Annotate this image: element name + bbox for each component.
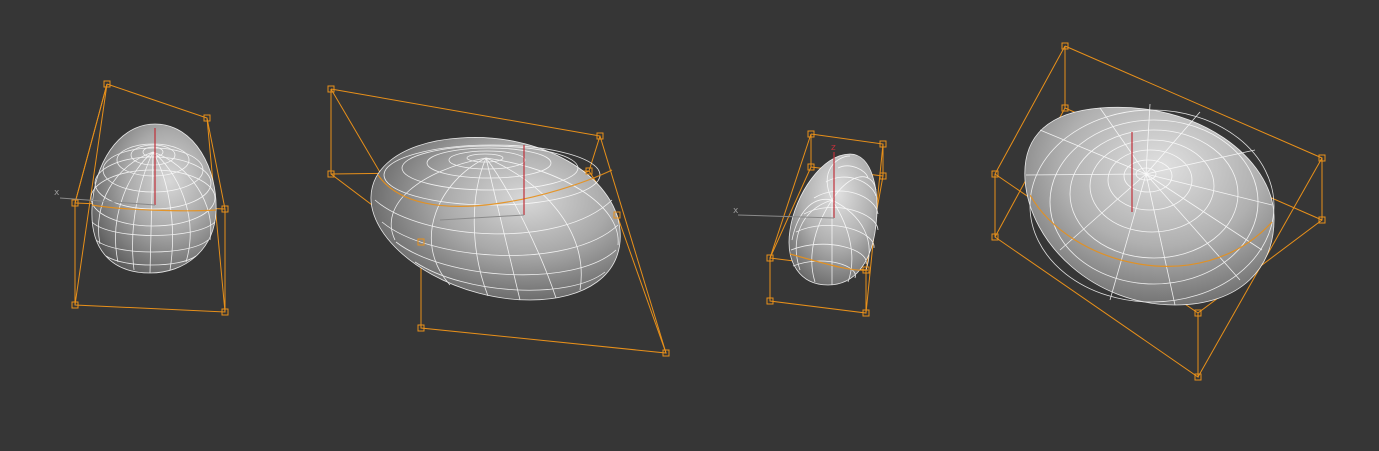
egg-mesh-1[interactable] [90, 123, 217, 274]
egg-object-3[interactable]: x z [733, 130, 887, 317]
egg-object-1[interactable]: x [54, 80, 229, 316]
egg-mesh-4[interactable] [1024, 103, 1275, 306]
3d-viewport[interactable]: x x z [0, 0, 1379, 451]
egg-object-2[interactable] [327, 85, 670, 357]
axis-label-x: x [54, 188, 60, 198]
egg-mesh-2[interactable] [370, 137, 621, 301]
axis-label-z: z [831, 143, 836, 153]
axis-label-x-2: x [733, 206, 739, 216]
egg-object-4[interactable] [991, 42, 1326, 381]
viewport-canvas[interactable]: x x z [0, 0, 1379, 451]
